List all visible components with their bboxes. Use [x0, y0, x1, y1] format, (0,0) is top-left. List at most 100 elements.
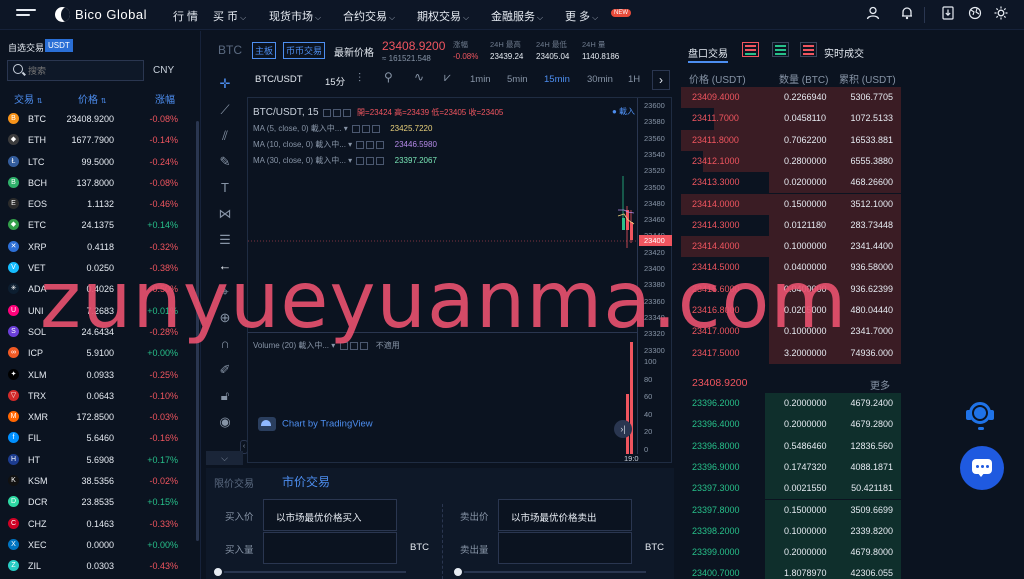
- lock-icon[interactable]: 🔓︎: [216, 387, 234, 405]
- interval-5min[interactable]: 5min: [507, 74, 528, 85]
- bid-row[interactable]: 23397.8000 0.1500000 3509.6699: [681, 499, 901, 521]
- coin-row[interactable]: ✕ XRP 0.4118 -0.32%: [0, 237, 195, 258]
- ask-row[interactable]: 23413.3000 0.0200000 468.26600: [681, 172, 901, 194]
- bid-row[interactable]: 23400.7000 1.8078970 42306.055: [681, 563, 901, 579]
- customer-support-icon[interactable]: [963, 400, 997, 434]
- nav-buy-crypto[interactable]: 买 币 ⌵: [213, 8, 246, 24]
- buy-percent-slider[interactable]: [212, 566, 406, 578]
- nav-spot[interactable]: 现货市场 ⌵: [269, 8, 321, 24]
- tab-limit-order[interactable]: 限价交易: [214, 475, 254, 490]
- tab-order-book[interactable]: 盘口交易: [688, 45, 728, 60]
- tab-market-order[interactable]: 市价交易: [282, 473, 330, 490]
- quote-tab-usdt[interactable]: USDT: [45, 39, 73, 52]
- coin-row[interactable]: ◆ ETH 1677.7900 -0.14%: [0, 130, 195, 151]
- menu-icon[interactable]: [16, 9, 36, 21]
- interval-1min[interactable]: 1min: [470, 74, 491, 85]
- ask-row[interactable]: 23409.4000 0.2266940 5306.7705: [681, 87, 901, 109]
- interval-30min[interactable]: 30min: [587, 74, 613, 85]
- eye-icon[interactable]: ◉: [216, 413, 234, 431]
- coin-row[interactable]: H HT 5.6908 +0.17%: [0, 450, 195, 471]
- pair-selector[interactable]: BTC/USDT: [255, 74, 303, 85]
- fib-icon[interactable]: ☰: [216, 231, 234, 249]
- coin-row[interactable]: Z ZIL 0.0303 -0.43%: [0, 556, 195, 577]
- pattern-icon[interactable]: ⋈: [216, 205, 234, 223]
- download-icon[interactable]: [940, 6, 956, 22]
- currency-toggle[interactable]: CNY: [153, 65, 174, 76]
- coin-row[interactable]: ▽ TRX 0.0643 -0.10%: [0, 386, 195, 407]
- col-header-price[interactable]: 价格 ⇅: [78, 91, 107, 106]
- interval-15min[interactable]: 15min: [544, 74, 570, 85]
- favorites-title[interactable]: 自选交易: [8, 41, 44, 54]
- ask-row[interactable]: 23414.3000 0.0121180 283.73448: [681, 214, 901, 237]
- coin-row[interactable]: C CHZ 0.1463 -0.33%: [0, 514, 195, 535]
- bell-icon[interactable]: [899, 6, 915, 22]
- brand-name[interactable]: Bico Global: [75, 7, 147, 22]
- coin-row[interactable]: B BTC 23408.9200 -0.08%: [0, 109, 195, 130]
- col-header-pair[interactable]: 交易 ⇅: [14, 91, 43, 106]
- coin-row[interactable]: ◆ ETC 24.1375 +0.14%: [0, 215, 195, 236]
- interval-selector[interactable]: 15分: [325, 74, 345, 88]
- brush-icon[interactable]: ✎: [216, 153, 234, 171]
- scroll-to-realtime-button[interactable]: ›|: [614, 420, 632, 438]
- coin-row[interactable]: D DCR 23.8535 +0.15%: [0, 492, 195, 513]
- coin-row[interactable]: E EOS 1.1132 -0.46%: [0, 194, 195, 215]
- theme-toggle-icon[interactable]: [993, 6, 1009, 22]
- interval-1h[interactable]: 1H: [628, 74, 640, 85]
- bid-row[interactable]: 23396.4000 0.2000000 4679.2800: [681, 414, 901, 436]
- book-view-bids-icon[interactable]: [772, 42, 789, 57]
- globe-icon[interactable]: [967, 6, 983, 22]
- nav-markets[interactable]: 行 情: [173, 8, 198, 24]
- bid-row[interactable]: 23397.3000 0.0021550 50.421181: [681, 478, 901, 500]
- coin-row[interactable]: B BCH 137.8000 -0.08%: [0, 173, 195, 194]
- coin-row[interactable]: ✦ XLM 0.0933 -0.25%: [0, 365, 195, 386]
- tradingview-attribution[interactable]: Chart by TradingView: [258, 417, 373, 431]
- bid-row[interactable]: 23396.2000 0.2000000 4679.2400: [681, 393, 901, 415]
- nav-finance[interactable]: 金融服务 ⌵: [491, 8, 543, 24]
- ask-row[interactable]: 23412.1000 0.2800000 6555.3880: [681, 150, 901, 173]
- sell-amount-field[interactable]: [498, 532, 632, 564]
- pencil-lock-icon[interactable]: ✐: [216, 361, 234, 379]
- slider-knob[interactable]: [452, 566, 464, 578]
- bid-row[interactable]: 23398.2000 0.1000000 2339.8200: [681, 520, 901, 543]
- buy-price-field[interactable]: 以市场最优价格买入: [263, 499, 397, 531]
- coin-row[interactable]: Ł LTC 99.5000 -0.24%: [0, 152, 195, 173]
- sell-price-field[interactable]: 以市场最优价格卖出: [498, 499, 632, 531]
- user-icon[interactable]: [865, 6, 881, 22]
- slider-knob[interactable]: [212, 566, 224, 578]
- coin-row[interactable]: f FIL 5.6460 -0.16%: [0, 428, 195, 449]
- candle-style-icon[interactable]: ⫶: [358, 71, 361, 86]
- book-view-both-icon[interactable]: [742, 42, 759, 57]
- area-chart-icon[interactable]: ⩗: [444, 70, 451, 85]
- tab-recent-trades[interactable]: 实时成交: [824, 45, 864, 60]
- trendline-icon[interactable]: ⟋: [216, 101, 234, 119]
- book-view-asks-icon[interactable]: [800, 42, 817, 57]
- volume-pane[interactable]: Volume (20) 載入中... ▾ 不適用: [248, 334, 637, 454]
- text-icon[interactable]: T: [216, 179, 234, 197]
- chevron-down-icon[interactable]: ⌵: [206, 451, 243, 465]
- indicators-icon[interactable]: ⚲: [384, 70, 393, 84]
- bid-row[interactable]: 23396.9000 0.1747320 4088.1871: [681, 456, 901, 479]
- nav-more[interactable]: 更 多 ⌵: [565, 8, 598, 24]
- sell-percent-slider[interactable]: [452, 566, 646, 578]
- nav-options[interactable]: 期权交易 ⌵: [417, 8, 469, 24]
- crosshair-icon[interactable]: ✛: [216, 75, 234, 93]
- ask-row[interactable]: 23411.7000 0.0458110 1072.5133: [681, 108, 901, 130]
- ask-row[interactable]: 23414.4000 0.1000000 2341.4400: [681, 236, 901, 258]
- col-header-change[interactable]: 涨幅: [155, 91, 175, 106]
- pitchfork-icon[interactable]: ⫽: [216, 127, 234, 145]
- search-input[interactable]: [28, 64, 138, 78]
- ask-row[interactable]: 23411.8000 0.7062200 16533.881: [681, 129, 901, 151]
- chat-button[interactable]: [960, 446, 1004, 490]
- more-link[interactable]: 更多: [870, 377, 890, 392]
- coin-row[interactable]: M XMR 172.8500 -0.03%: [0, 407, 195, 428]
- nav-futures[interactable]: 合约交易 ⌵: [343, 8, 395, 24]
- chevron-right-icon[interactable]: ›: [652, 70, 670, 90]
- ask-row[interactable]: 23414.0000 0.1500000 3512.1000: [681, 193, 901, 215]
- bid-row[interactable]: 23399.0000 0.2000000 4679.8000: [681, 542, 901, 564]
- coin-row[interactable]: X XEC 0.0000 +0.00%: [0, 535, 195, 556]
- coin-row[interactable]: ∞ ICP 5.9100 +0.00%: [0, 343, 195, 364]
- search-box[interactable]: [7, 60, 144, 81]
- coin-row[interactable]: K KSM 38.5356 -0.02%: [0, 471, 195, 492]
- bid-row[interactable]: 23396.8000 0.5486460 12836.560: [681, 435, 901, 457]
- buy-amount-field[interactable]: [263, 532, 397, 564]
